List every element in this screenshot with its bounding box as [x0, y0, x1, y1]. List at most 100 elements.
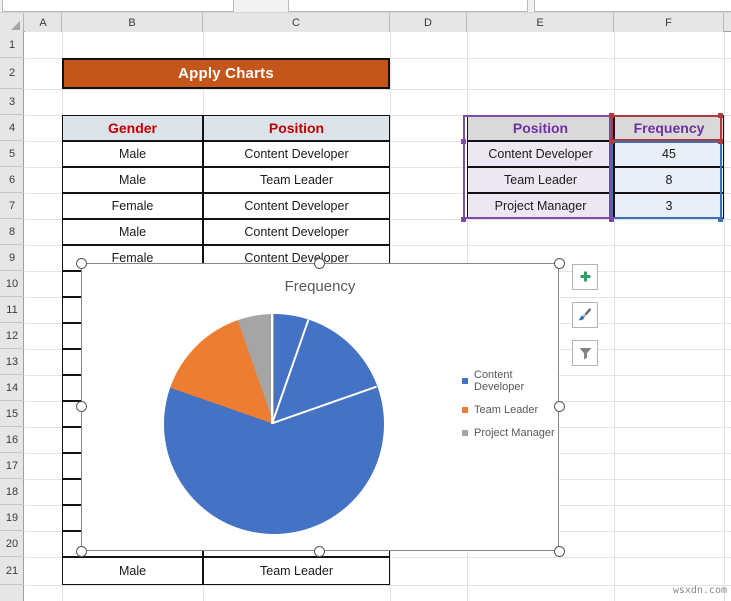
selection-handle[interactable]: [609, 217, 614, 222]
pie-series[interactable]: [164, 314, 384, 534]
funnel-icon: [579, 347, 591, 359]
pie-slice-divider: [271, 314, 273, 424]
row-header-20[interactable]: 20: [0, 531, 24, 557]
source-table-cell-gender[interactable]: Male: [62, 167, 203, 193]
legend-label: Project Manager: [474, 427, 555, 439]
source-table-cell-gender[interactable]: Male: [62, 219, 203, 245]
formula-bar-strip: [0, 0, 731, 13]
chart-resize-handle-e[interactable]: [554, 401, 565, 412]
source-table-cell-position[interactable]: Team Leader: [203, 557, 390, 585]
column-header-c[interactable]: C: [203, 13, 390, 32]
plus-icon: [580, 271, 590, 281]
summary-table-cell-frequency[interactable]: 8: [614, 167, 724, 193]
selection-handle[interactable]: [718, 139, 723, 144]
row-header-16[interactable]: 16: [0, 427, 24, 453]
summary-table-header-frequency[interactable]: Frequency: [614, 115, 724, 141]
summary-table-cell-frequency[interactable]: 45: [614, 141, 724, 167]
chart-legend[interactable]: Content Developer Team Leader Project Mana…: [462, 369, 558, 450]
summary-table-cell-position[interactable]: Team Leader: [467, 167, 614, 193]
row-header-19[interactable]: 19: [0, 505, 24, 531]
column-header-d[interactable]: D: [390, 13, 467, 32]
formula-input[interactable]: [534, 0, 731, 12]
source-table-cell-gender[interactable]: Male: [62, 141, 203, 167]
row-header-3[interactable]: 3: [0, 89, 24, 115]
summary-table-header-position[interactable]: Position: [467, 115, 614, 141]
source-table-header-position[interactable]: Position: [203, 115, 390, 141]
column-header-b[interactable]: B: [62, 13, 203, 32]
source-table-cell-position[interactable]: Content Developer: [203, 141, 390, 167]
chart-title: Frequency: [284, 278, 356, 295]
row-header-21[interactable]: 21: [0, 557, 24, 585]
chart-filters-button[interactable]: [572, 340, 598, 366]
gridline-horizontal: [25, 585, 731, 586]
row-header-4[interactable]: 4: [0, 115, 24, 141]
row-header-18[interactable]: 18: [0, 479, 24, 505]
row-header-14[interactable]: 14: [0, 375, 24, 401]
select-all-corner[interactable]: [0, 13, 24, 32]
gridline-vertical: [724, 32, 725, 601]
chart-elements-button[interactable]: [572, 264, 598, 290]
row-header-1[interactable]: 1: [0, 32, 24, 58]
select-all-triangle-icon: [11, 21, 20, 30]
column-header-f[interactable]: F: [614, 13, 724, 32]
legend-swatch-icon: [462, 378, 468, 384]
chart-resize-handle-nw[interactable]: [76, 258, 87, 269]
gridline-horizontal: [25, 89, 731, 90]
chart-resize-handle-ne[interactable]: [554, 258, 565, 269]
chart-resize-handle-sw[interactable]: [76, 546, 87, 557]
legend-item[interactable]: Project Manager: [462, 427, 558, 439]
sheet-title-text: Apply Charts: [178, 65, 274, 82]
pie-plot-area[interactable]: [164, 314, 384, 534]
chart-resize-handle-se[interactable]: [554, 546, 565, 557]
selection-handle[interactable]: [609, 113, 614, 118]
selection-handle[interactable]: [718, 113, 723, 118]
row-header-6[interactable]: 6: [0, 167, 24, 193]
row-header-12[interactable]: 12: [0, 323, 24, 349]
selection-handle[interactable]: [461, 217, 466, 222]
chart-styles-button[interactable]: [572, 302, 598, 328]
paintbrush-icon: [578, 308, 591, 321]
summary-table-cell-position[interactable]: Project Manager: [467, 193, 614, 219]
worksheet-grid[interactable]: Apply Charts Gender Position Male Content D…: [25, 32, 731, 601]
column-header-row: ABCDEF: [0, 13, 731, 32]
legend-item[interactable]: Team Leader: [462, 404, 558, 416]
source-table-cell-position[interactable]: Team Leader: [203, 167, 390, 193]
selection-handle[interactable]: [718, 217, 723, 222]
selection-handle[interactable]: [609, 139, 614, 144]
sheet-title-banner: Apply Charts: [62, 58, 390, 89]
row-header-8[interactable]: 8: [0, 219, 24, 245]
summary-table-cell-position[interactable]: Content Developer: [467, 141, 614, 167]
watermark: wsxdn.com: [672, 585, 727, 596]
row-header-15[interactable]: 15: [0, 401, 24, 427]
source-table-cell-position[interactable]: Content Developer: [203, 193, 390, 219]
selection-handle[interactable]: [461, 139, 466, 144]
summary-table-cell-frequency[interactable]: 3: [614, 193, 724, 219]
source-table-header-gender[interactable]: Gender: [62, 115, 203, 141]
legend-swatch-icon: [462, 407, 468, 413]
row-header-2[interactable]: 2: [0, 58, 24, 89]
source-table-cell-position[interactable]: Content Developer: [203, 219, 390, 245]
chart-resize-handle-n[interactable]: [314, 258, 325, 269]
source-table-cell-gender[interactable]: Female: [62, 193, 203, 219]
legend-label: Content Developer: [474, 369, 525, 393]
column-header-e[interactable]: E: [467, 13, 614, 32]
pie-chart-object[interactable]: Frequency Content Developer Team Leader Pr…: [81, 263, 559, 551]
row-header-17[interactable]: 17: [0, 453, 24, 479]
excel-worksheet: ABCDEF 1 2 3 4 5 6 7 8 9 10 11 12 13 14 15 16 17 18 19 20 21…: [0, 0, 731, 601]
formula-bar-buttons[interactable]: [288, 0, 528, 12]
row-header-11[interactable]: 11: [0, 297, 24, 323]
row-header-9[interactable]: 9: [0, 245, 24, 271]
row-header-column: 1 2 3 4 5 6 7 8 9 10 11 12 13 14 15 16 17 18 19 20 21: [0, 32, 24, 601]
row-header-10[interactable]: 10: [0, 271, 24, 297]
legend-item[interactable]: Content Developer: [462, 369, 558, 393]
row-header-5[interactable]: 5: [0, 141, 24, 167]
row-header-13[interactable]: 13: [0, 349, 24, 375]
legend-swatch-icon: [462, 430, 468, 436]
chart-resize-handle-s[interactable]: [314, 546, 325, 557]
source-table-cell-gender[interactable]: Male: [62, 557, 203, 585]
name-box[interactable]: [2, 0, 234, 12]
legend-label: Team Leader: [474, 404, 539, 416]
column-header-a[interactable]: A: [25, 13, 62, 32]
row-header-7[interactable]: 7: [0, 193, 24, 219]
chart-resize-handle-w[interactable]: [76, 401, 87, 412]
